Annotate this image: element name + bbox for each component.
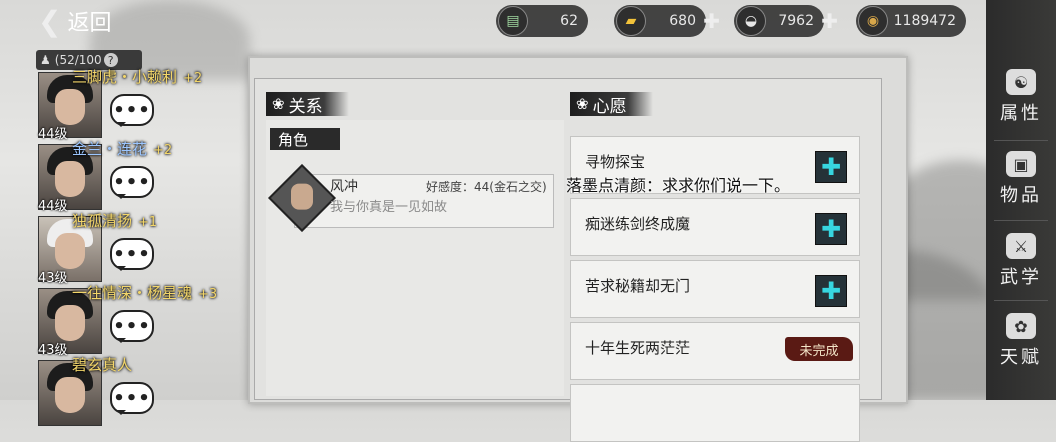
member-bonus: +2 bbox=[183, 71, 203, 86]
resource-scroll: ▤ 62 bbox=[496, 5, 588, 37]
party-member[interactable]: 独孤清扬 +1 43级 ••• bbox=[36, 212, 236, 286]
lotus-icon: ❀ bbox=[272, 95, 285, 113]
relations-list bbox=[266, 120, 564, 396]
party-icon: ♟ bbox=[40, 53, 51, 67]
chat-bubble-icon[interactable]: ••• bbox=[110, 166, 154, 199]
talent-icon: ✿ bbox=[1006, 313, 1036, 339]
resource-value: 1189472 bbox=[893, 13, 956, 29]
member-bonus: +3 bbox=[198, 287, 218, 302]
member-name: 三脚虎・小赖利 bbox=[72, 68, 178, 86]
relation-name: 风冲 bbox=[330, 179, 358, 195]
martial-arts-icon: ⚔ bbox=[1006, 233, 1036, 259]
help-icon[interactable]: ? bbox=[103, 53, 118, 67]
add-wish-button[interactable]: ✚ bbox=[815, 275, 847, 307]
resource-coin: ◉ 1189472 bbox=[856, 5, 966, 37]
menu-talents[interactable]: ✿ 天赋 bbox=[986, 302, 1056, 380]
role-tab[interactable]: 角色 bbox=[270, 128, 340, 150]
wish-item[interactable]: 苦求秘籍却无门 ✚ bbox=[570, 260, 860, 318]
wish-title: 苦求秘籍却无门 bbox=[585, 277, 691, 295]
member-name: 一往情深・杨星魂 bbox=[72, 284, 193, 302]
resource-value: 7962 bbox=[778, 13, 814, 29]
copper-coin-icon: ◉ bbox=[858, 6, 888, 36]
menu-attributes[interactable]: ☯ 属性 bbox=[986, 58, 1056, 136]
chat-bubble-icon[interactable]: ••• bbox=[110, 382, 154, 415]
back-label: 返回 bbox=[67, 11, 112, 36]
wish-title: 寻物探宝 bbox=[585, 153, 646, 171]
lotus-icon: ❀ bbox=[576, 95, 589, 113]
chat-bubble-icon[interactable]: ••• bbox=[110, 238, 154, 271]
add-wish-button[interactable]: ✚ bbox=[815, 151, 847, 183]
party-member[interactable]: 一往情深・杨星魂 +3 43级 ••• bbox=[36, 284, 236, 358]
party-member[interactable]: 碧玄真人 ••• bbox=[36, 356, 236, 426]
status-badge: 未完成 bbox=[785, 337, 853, 361]
member-name: 碧玄真人 bbox=[72, 356, 133, 374]
wish-item[interactable]: 痴迷练剑终成魔 ✚ bbox=[570, 198, 860, 256]
chat-overlay-text: 落墨点清颜：求求你们说一下。 bbox=[566, 176, 791, 195]
wish-title: 十年生死两茫茫 bbox=[585, 339, 691, 357]
relation-card[interactable]: 风冲 好感度：44(金石之交) 我与你真是一见如故 bbox=[268, 164, 558, 232]
resource-gold: ▰ 680 ✚ bbox=[614, 5, 720, 37]
resource-value: 62 bbox=[560, 13, 578, 29]
back-button[interactable]: ❮ 返回 bbox=[38, 4, 111, 38]
side-menu: ☯ 属性 ▣ 物品 ⚔ 武学 ✿ 天赋 bbox=[986, 0, 1056, 400]
back-arrow-icon: ❮ bbox=[38, 4, 62, 38]
scroll-icon: ▤ bbox=[498, 6, 528, 36]
resource-value: 680 bbox=[669, 13, 696, 29]
top-bar: ❮ 返回 ▤ 62 ▰ 680 ✚ ◒ 7962 ✚ ◉ 1189472 bbox=[0, 0, 1056, 44]
member-name: 金兰・连花 bbox=[72, 140, 148, 158]
item-icon: ▣ bbox=[1006, 151, 1036, 177]
add-gold-button[interactable]: ✚ bbox=[703, 9, 720, 33]
wishes-list: 寻物探宝 ✚ 痴迷练剑终成魔 ✚ 苦求秘籍却无门 ✚ 十年生死两茫茫 未完成 bbox=[570, 122, 862, 442]
gold-bar-icon: ▰ bbox=[616, 6, 646, 36]
wish-title: 痴迷练剑终成魔 bbox=[585, 215, 691, 233]
relation-desc: 我与你真是一见如故 bbox=[330, 200, 448, 215]
menu-martial-arts[interactable]: ⚔ 武学 bbox=[986, 222, 1056, 300]
resource-silver: ◒ 7962 ✚ bbox=[734, 5, 838, 37]
add-silver-button[interactable]: ✚ bbox=[821, 9, 838, 33]
wish-item[interactable] bbox=[570, 384, 860, 442]
member-bonus: +1 bbox=[138, 215, 158, 230]
silver-ingot-icon: ◒ bbox=[736, 6, 766, 36]
member-bonus: +2 bbox=[153, 143, 173, 158]
party-list: ♟ (52/100 ? 三脚虎・小赖利 +2 44级 ••• 金兰・连花 +2 44… bbox=[36, 46, 236, 426]
add-wish-button[interactable]: ✚ bbox=[815, 213, 847, 245]
party-member[interactable]: 三脚虎・小赖利 +2 44级 ••• bbox=[36, 68, 236, 142]
attribute-icon: ☯ bbox=[1006, 69, 1036, 95]
relation-affection: 好感度：44(金石之交) bbox=[426, 180, 547, 194]
member-name: 独孤清扬 bbox=[72, 212, 133, 230]
chat-bubble-icon[interactable]: ••• bbox=[110, 310, 154, 343]
party-member[interactable]: 金兰・连花 +2 44级 ••• bbox=[36, 140, 236, 214]
menu-items[interactable]: ▣ 物品 bbox=[986, 140, 1056, 218]
wish-item[interactable]: 十年生死两茫茫 未完成 bbox=[570, 322, 860, 380]
chat-bubble-icon[interactable]: ••• bbox=[110, 94, 154, 127]
relations-section-title: ❀ 关系 bbox=[266, 92, 349, 117]
wishes-section-title: ❀ 心愿 bbox=[570, 92, 653, 117]
